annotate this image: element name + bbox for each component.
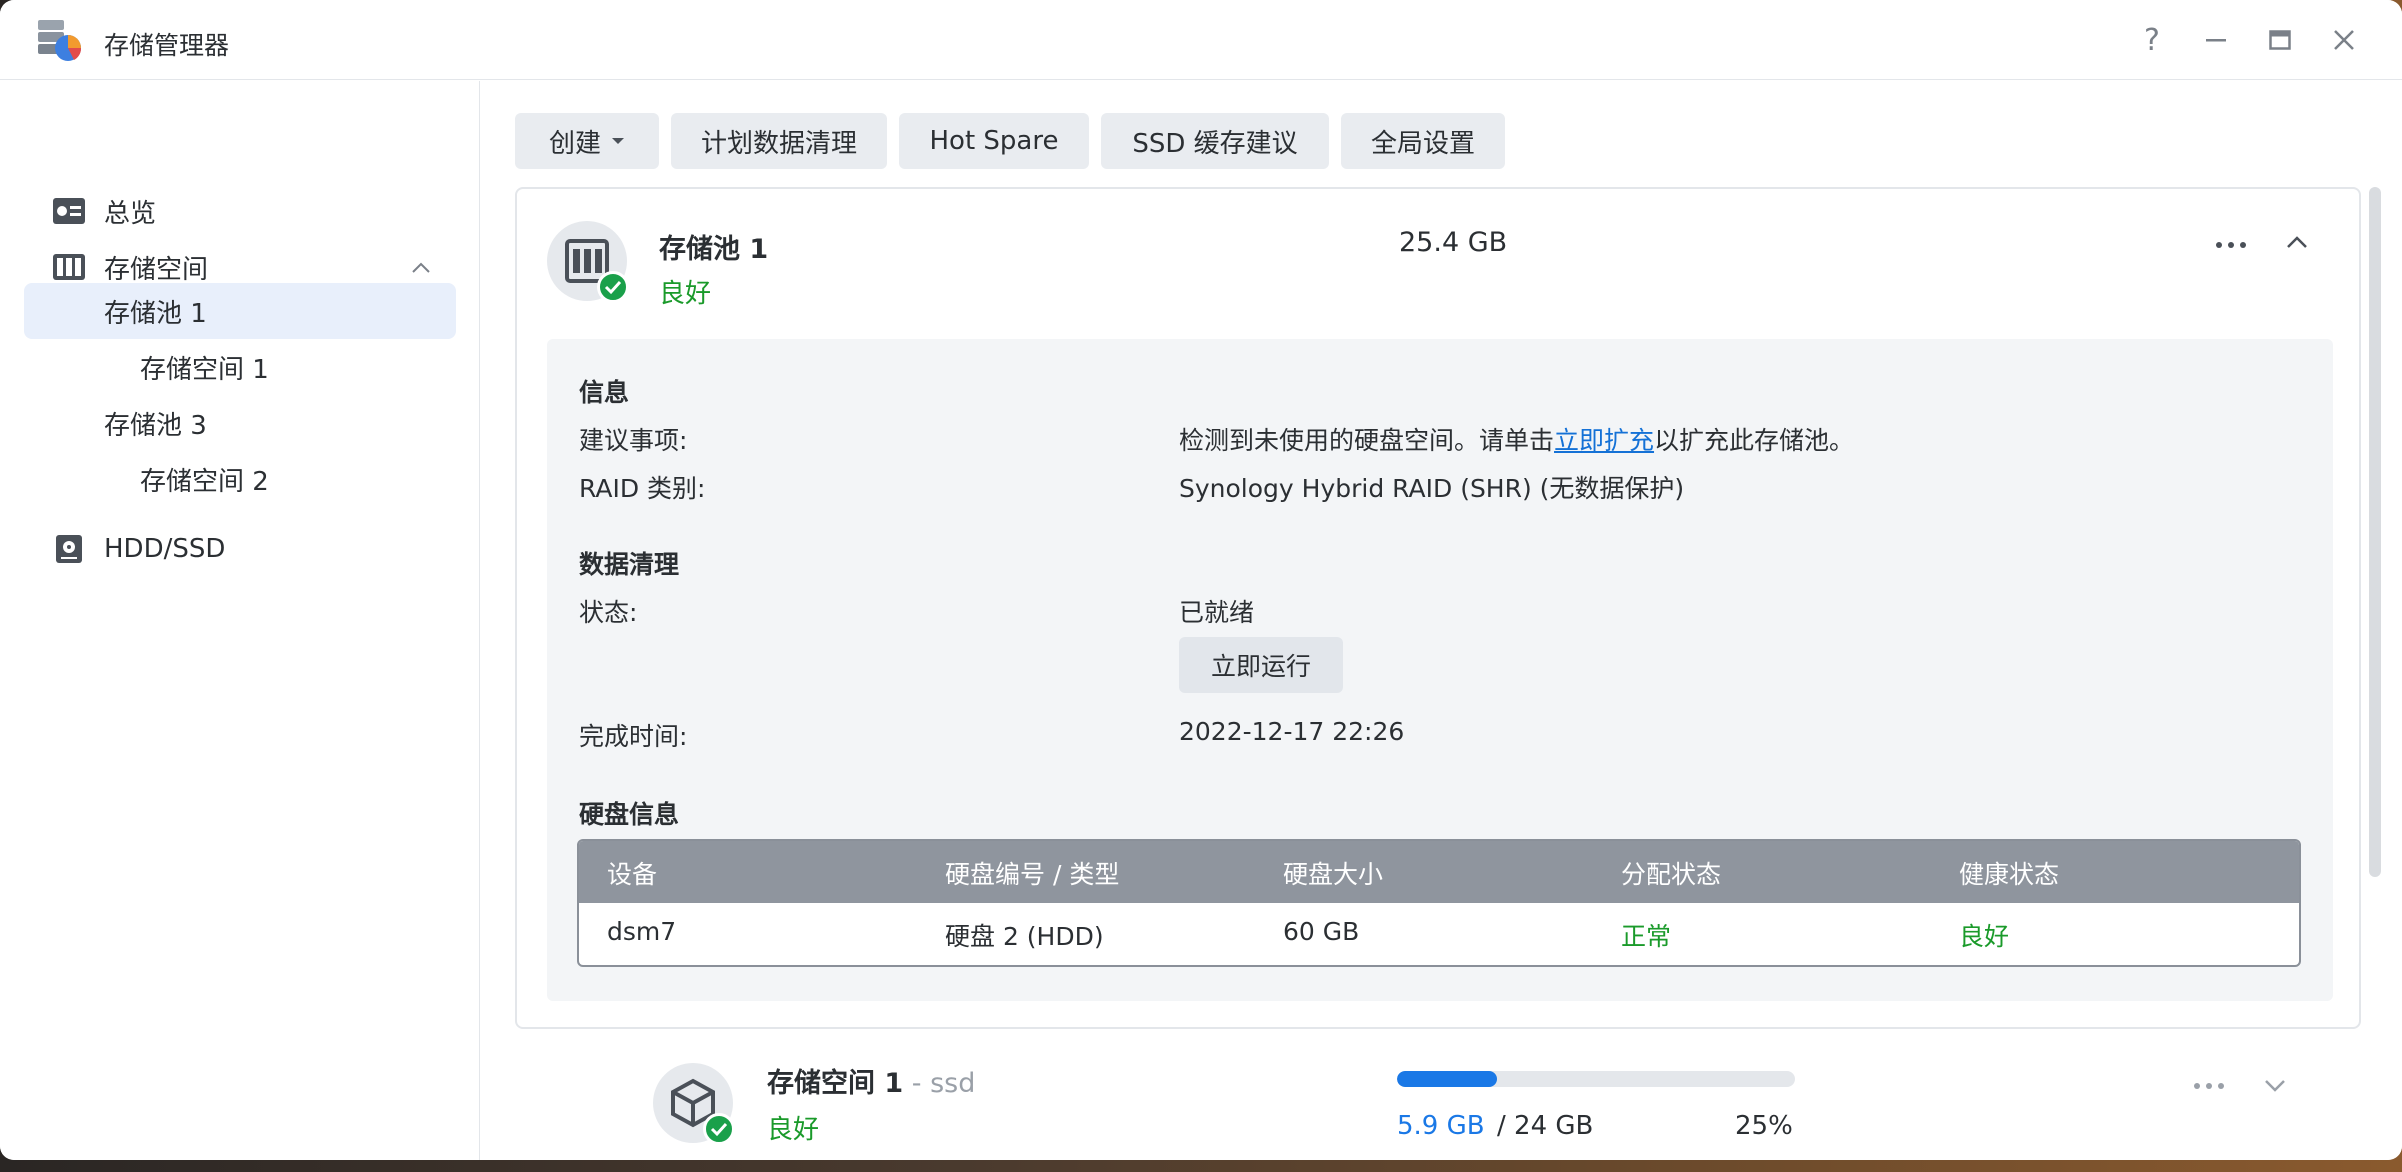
overview-icon — [53, 198, 85, 224]
scrub-heading: 数据清理 — [579, 550, 680, 579]
cell-size: 60 GB — [1283, 917, 1360, 946]
run-now-button[interactable]: 立即运行 — [1179, 637, 1343, 693]
volume-percent: 25% — [1735, 1111, 1793, 1141]
finish-time-label: 完成时间: — [579, 722, 688, 751]
cell-disk-type: 硬盘 2 (HDD) — [945, 922, 1104, 951]
close-icon — [2334, 30, 2354, 50]
volume-status: 良好 — [767, 1115, 820, 1145]
pool-title: 存储池 1 — [659, 234, 769, 265]
volume-icon — [653, 1063, 735, 1145]
suggestion-text-post: 以扩充此存储池。 — [1654, 426, 1855, 455]
volume-separator: - — [903, 1068, 931, 1099]
pool-details-panel: 信息 建议事项: 检测到未使用的硬盘空间。请单击立即扩充以扩充此存储池。 RAI… — [547, 339, 2333, 1001]
sidebar: 总览 存储空间 存储池 1 存储空间 1 存储池 3 存储空间 2 HDD/SS… — [0, 81, 480, 1160]
storage-manager-window: 存储管理器 ? 总览 存储空间 存储池 1 存储空间 1 存储池 3 存储空间 … — [0, 0, 2402, 1160]
column-header-disk-type[interactable]: 硬盘编号 / 类型 — [945, 855, 1119, 891]
create-button-label: 创建 — [548, 128, 601, 159]
column-header-size[interactable]: 硬盘大小 — [1283, 855, 1383, 891]
main-content: 创建 计划数据清理 Hot Spare SSD 缓存建议 全局设置 存储池 1 … — [481, 81, 2402, 1160]
status-ok-badge — [703, 1113, 735, 1145]
sidebar-item-label: HDD/SSD — [104, 534, 226, 564]
hot-spare-button[interactable]: Hot Spare — [899, 113, 1089, 169]
cell-allocation: 正常 — [1621, 922, 1672, 951]
sidebar-item-overview[interactable]: 总览 — [24, 183, 456, 239]
scrub-state-label: 状态: — [579, 598, 638, 627]
sidebar-item-label: 存储空间 2 — [140, 466, 269, 497]
suggestion-text-pre: 检测到未使用的硬盘空间。请单击 — [1179, 426, 1555, 455]
create-button[interactable]: 创建 — [515, 113, 659, 169]
storage-pool-icon — [547, 221, 629, 303]
volume-subtitle: ssd — [930, 1068, 976, 1099]
sidebar-item-pool-1[interactable]: 存储池 1 — [24, 283, 456, 339]
minimize-button[interactable] — [2196, 20, 2236, 60]
volume-name: 存储空间 1 — [767, 1068, 904, 1099]
volume-usage-bar — [1397, 1071, 1795, 1087]
scrub-state-value: 已就绪 — [1179, 598, 1255, 627]
storage-pool-card: 存储池 1 良好 25.4 GB 信息 建议事项: 检测到未使用的硬盘空间。请单… — [515, 187, 2361, 1029]
raid-label: RAID 类别: — [579, 474, 706, 503]
disk-info-heading: 硬盘信息 — [579, 800, 680, 829]
storage-manager-app-icon — [38, 20, 82, 61]
finish-time-value: 2022-12-17 22:26 — [1179, 717, 1405, 746]
check-icon — [604, 280, 622, 295]
volume-title: 存储空间 1 - ssd — [767, 1061, 975, 1100]
sidebar-item-volume-1[interactable]: 存储空间 1 — [24, 339, 456, 395]
info-heading: 信息 — [579, 378, 630, 407]
sidebar-item-label: 存储池 1 — [104, 298, 207, 329]
ssd-cache-advice-button[interactable]: SSD 缓存建议 — [1101, 113, 1329, 169]
window-title: 存储管理器 — [104, 31, 230, 60]
scrollbar[interactable] — [2369, 187, 2381, 877]
volume-used: 5.9 GB — [1397, 1111, 1485, 1141]
sidebar-item-label: 存储空间 — [104, 254, 209, 285]
suggestion-label: 建议事项: — [579, 426, 688, 455]
cell-device: dsm7 — [607, 917, 677, 946]
more-options-icon[interactable] — [2211, 235, 2251, 255]
more-options-icon[interactable] — [2189, 1076, 2229, 1096]
table-header: 设备 硬盘编号 / 类型 硬盘大小 分配状态 健康状态 — [579, 841, 2299, 903]
sidebar-item-pool-3[interactable]: 存储池 3 — [24, 395, 456, 451]
raid-value: Synology Hybrid RAID (SHR) (无数据保护) — [1179, 474, 1685, 503]
sidebar-item-hdd-ssd[interactable]: HDD/SSD — [24, 521, 456, 577]
title-bar: 存储管理器 ? — [0, 0, 2402, 80]
column-header-device[interactable]: 设备 — [607, 855, 657, 891]
cell-health: 良好 — [1959, 922, 2010, 951]
chevron-up-icon[interactable] — [2283, 229, 2311, 257]
column-header-health[interactable]: 健康状态 — [1959, 855, 2059, 891]
expand-now-link[interactable]: 立即扩充 — [1554, 426, 1654, 455]
sidebar-item-label: 存储空间 1 — [140, 354, 269, 385]
volume-usage-fill — [1397, 1071, 1497, 1087]
close-button[interactable] — [2324, 20, 2364, 60]
pool-status: 良好 — [659, 279, 712, 309]
storage-icon — [53, 254, 85, 280]
status-ok-badge — [597, 271, 629, 303]
pool-size: 25.4 GB — [1399, 227, 1508, 258]
chevron-down-icon[interactable] — [2261, 1071, 2289, 1099]
hdd-icon — [56, 535, 82, 563]
sidebar-item-label: 总览 — [104, 198, 157, 229]
disk-info-table: 设备 硬盘编号 / 类型 硬盘大小 分配状态 健康状态 dsm7 硬盘 2 (H… — [577, 839, 2301, 967]
caret-down-icon — [612, 138, 624, 144]
suggestion-value: 检测到未使用的硬盘空间。请单击立即扩充以扩充此存储池。 — [1179, 421, 1854, 457]
chevron-up-icon[interactable] — [410, 257, 432, 279]
maximize-icon — [2269, 30, 2291, 50]
column-header-allocation[interactable]: 分配状态 — [1621, 855, 1721, 891]
help-button[interactable]: ? — [2132, 20, 2172, 60]
check-icon — [710, 1122, 728, 1137]
maximize-button[interactable] — [2260, 20, 2300, 60]
minimize-icon — [2206, 39, 2226, 42]
global-settings-button[interactable]: 全局设置 — [1341, 113, 1505, 169]
sidebar-item-volume-2[interactable]: 存储空间 2 — [24, 451, 456, 507]
volume-total: / 24 GB — [1497, 1111, 1594, 1141]
sidebar-item-label: 存储池 3 — [104, 410, 207, 441]
scrub-schedule-button[interactable]: 计划数据清理 — [671, 113, 887, 169]
